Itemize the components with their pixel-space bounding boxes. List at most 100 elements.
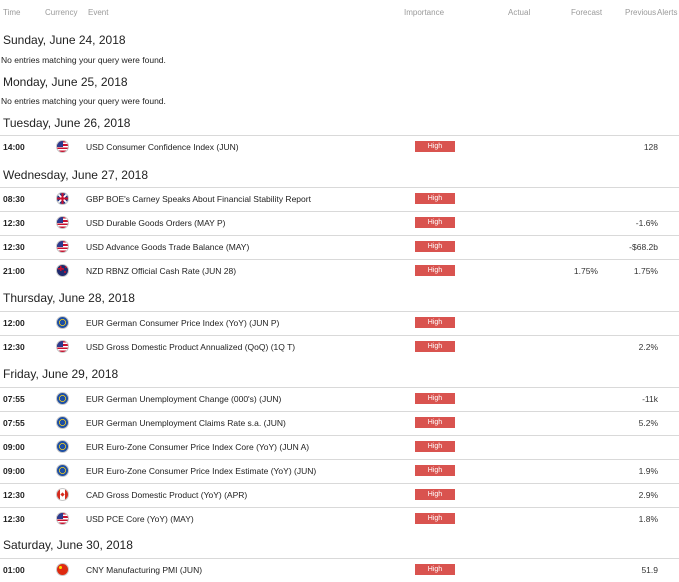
header-previous[interactable]: Previous xyxy=(625,8,656,17)
gb-flag-icon xyxy=(56,192,69,205)
event-time: 09:00 xyxy=(3,442,25,452)
importance-badge: High xyxy=(415,317,455,328)
cn-flag-icon xyxy=(56,563,69,576)
event-name[interactable]: EUR Euro-Zone Consumer Price Index Estim… xyxy=(86,466,316,476)
event-time: 12:00 xyxy=(3,318,25,328)
importance-badge: High xyxy=(415,564,455,575)
importance-badge: High xyxy=(415,241,455,252)
day-heading: Tuesday, June 26, 2018 xyxy=(3,116,131,130)
event-previous: 2.9% xyxy=(638,490,658,500)
importance-badge: High xyxy=(415,513,455,524)
event-time: 14:00 xyxy=(3,142,25,152)
event-name[interactable]: USD Gross Domestic Product Annualized (Q… xyxy=(86,342,295,352)
event-row[interactable]: 12:30 CAD Gross Domestic Product (YoY) (… xyxy=(0,484,679,507)
event-name[interactable]: USD PCE Core (YoY) (MAY) xyxy=(86,514,194,524)
event-previous: 1.75% xyxy=(633,266,658,276)
event-time: 09:00 xyxy=(3,466,25,476)
event-name[interactable]: GBP BOE's Carney Speaks About Financial … xyxy=(86,194,311,204)
event-row[interactable]: 09:00 EUR Euro-Zone Consumer Price Index… xyxy=(0,436,679,459)
header-actual[interactable]: Actual xyxy=(508,8,530,17)
eu-flag-icon xyxy=(56,464,69,477)
event-name[interactable]: EUR German Unemployment Claims Rate s.a.… xyxy=(86,418,286,428)
event-previous: 51.9 xyxy=(641,565,658,575)
event-row[interactable]: 12:30 USD Advance Goods Trade Balance (M… xyxy=(0,236,679,259)
day-heading: Friday, June 29, 2018 xyxy=(3,367,119,381)
ca-flag-icon xyxy=(56,488,69,501)
event-name[interactable]: EUR German Unemployment Change (000's) (… xyxy=(86,394,281,404)
importance-badge: High xyxy=(415,265,455,276)
event-row[interactable]: 12:00 EUR German Consumer Price Index (Y… xyxy=(0,312,679,335)
header-alerts[interactable]: Alerts xyxy=(657,8,677,17)
importance-badge: High xyxy=(415,489,455,500)
event-time: 12:30 xyxy=(3,490,25,500)
us-flag-icon xyxy=(56,216,69,229)
event-row[interactable]: 08:30 GBP BOE's Carney Speaks About Fina… xyxy=(0,188,679,211)
event-time: 21:00 xyxy=(3,266,25,276)
day-heading: Sunday, June 24, 2018 xyxy=(3,33,126,47)
nz-flag-icon xyxy=(56,264,69,277)
event-previous: 1.9% xyxy=(638,466,658,476)
event-row[interactable]: 12:30 USD Durable Goods Orders (MAY P) H… xyxy=(0,212,679,235)
event-row[interactable]: 12:30 USD Gross Domestic Product Annuali… xyxy=(0,336,679,359)
event-time: 12:30 xyxy=(3,514,25,524)
us-flag-icon xyxy=(56,140,69,153)
event-previous: 5.2% xyxy=(638,418,658,428)
event-time: 01:00 xyxy=(3,565,25,575)
eu-flag-icon xyxy=(56,440,69,453)
eu-flag-icon xyxy=(56,392,69,405)
us-flag-icon xyxy=(56,240,69,253)
event-row[interactable]: 01:00 CNY Manufacturing PMI (JUN) High 5… xyxy=(0,559,679,582)
event-previous: -11k xyxy=(642,394,658,404)
importance-badge: High xyxy=(415,417,455,428)
event-row[interactable]: 09:00 EUR Euro-Zone Consumer Price Index… xyxy=(0,460,679,483)
importance-badge: High xyxy=(415,217,455,228)
event-previous: 1.8% xyxy=(638,514,658,524)
event-row[interactable]: 07:55 EUR German Unemployment Claims Rat… xyxy=(0,412,679,435)
header-importance[interactable]: Importance xyxy=(404,8,444,17)
importance-badge: High xyxy=(415,341,455,352)
empty-message: No entries matching your query were foun… xyxy=(1,96,166,106)
event-time: 12:30 xyxy=(3,218,25,228)
event-name[interactable]: CNY Manufacturing PMI (JUN) xyxy=(86,565,202,575)
event-time: 12:30 xyxy=(3,242,25,252)
event-row[interactable]: 21:00 NZD RBNZ Official Cash Rate (JUN 2… xyxy=(0,260,679,283)
header-event[interactable]: Event xyxy=(88,8,108,17)
event-name[interactable]: USD Durable Goods Orders (MAY P) xyxy=(86,218,226,228)
event-name[interactable]: EUR Euro-Zone Consumer Price Index Core … xyxy=(86,442,309,452)
eu-flag-icon xyxy=(56,316,69,329)
empty-message: No entries matching your query were foun… xyxy=(1,55,166,65)
event-row[interactable]: 07:55 EUR German Unemployment Change (00… xyxy=(0,388,679,411)
event-time: 07:55 xyxy=(3,418,25,428)
event-name[interactable]: EUR German Consumer Price Index (YoY) (J… xyxy=(86,318,279,328)
us-flag-icon xyxy=(56,340,69,353)
importance-badge: High xyxy=(415,393,455,404)
event-time: 08:30 xyxy=(3,194,25,204)
day-heading: Wednesday, June 27, 2018 xyxy=(3,168,148,182)
importance-badge: High xyxy=(415,141,455,152)
header-time[interactable]: Time xyxy=(3,8,20,17)
event-row[interactable]: 12:30 USD PCE Core (YoY) (MAY) High 1.8% xyxy=(0,508,679,531)
event-name[interactable]: USD Advance Goods Trade Balance (MAY) xyxy=(86,242,249,252)
event-previous: -$68.2b xyxy=(629,242,658,252)
day-heading: Monday, June 25, 2018 xyxy=(3,75,128,89)
us-flag-icon xyxy=(56,512,69,525)
day-heading: Saturday, June 30, 2018 xyxy=(3,538,133,552)
event-name[interactable]: CAD Gross Domestic Product (YoY) (APR) xyxy=(86,490,247,500)
event-name[interactable]: NZD RBNZ Official Cash Rate (JUN 28) xyxy=(86,266,236,276)
event-forecast: 1.75% xyxy=(573,266,598,276)
table-header: Time Currency Event Importance Actual Fo… xyxy=(0,0,679,24)
importance-badge: High xyxy=(415,441,455,452)
importance-badge: High xyxy=(415,193,455,204)
event-time: 12:30 xyxy=(3,342,25,352)
eu-flag-icon xyxy=(56,416,69,429)
event-name[interactable]: USD Consumer Confidence Index (JUN) xyxy=(86,142,239,152)
event-previous: 2.2% xyxy=(638,342,658,352)
event-row[interactable]: 14:00 USD Consumer Confidence Index (JUN… xyxy=(0,136,679,159)
header-forecast[interactable]: Forecast xyxy=(571,8,602,17)
header-currency[interactable]: Currency xyxy=(45,8,77,17)
event-time: 07:55 xyxy=(3,394,25,404)
importance-badge: High xyxy=(415,465,455,476)
event-previous: -1.6% xyxy=(635,218,658,228)
day-heading: Thursday, June 28, 2018 xyxy=(3,291,135,305)
event-previous: 128 xyxy=(643,142,658,152)
